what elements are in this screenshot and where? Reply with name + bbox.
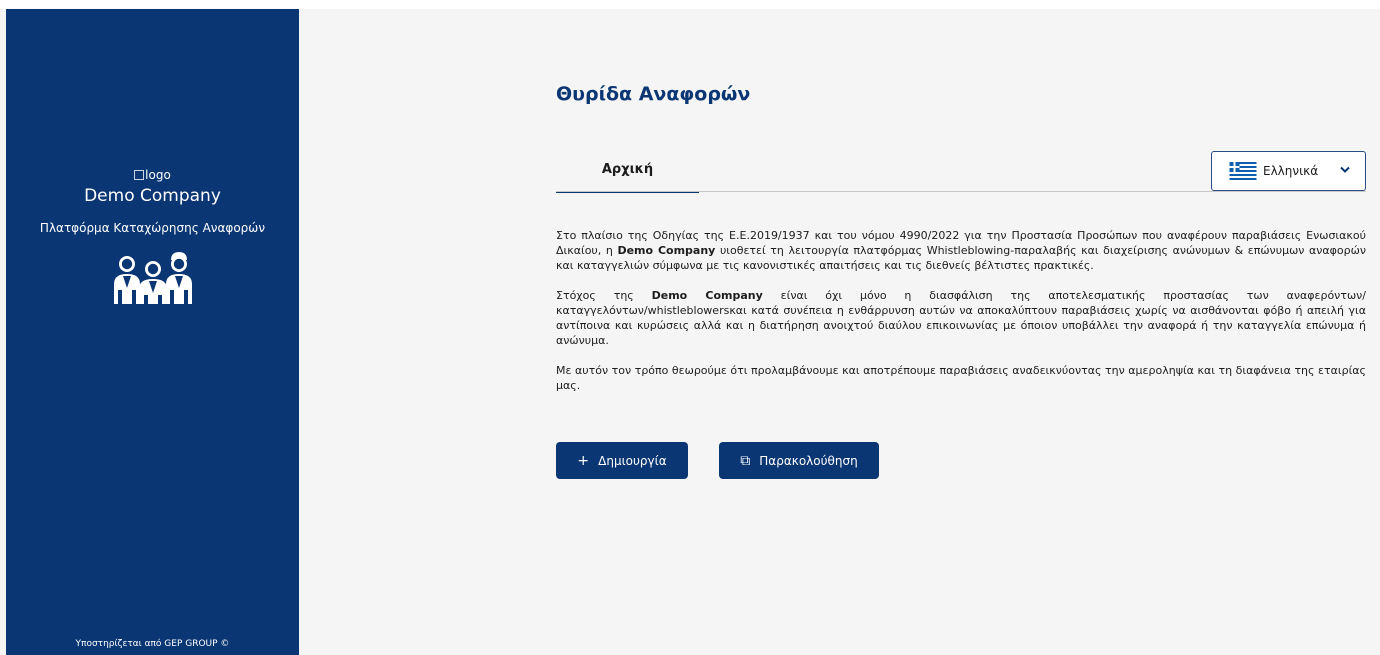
track-report-label: Παρακολούθηση [759, 453, 858, 468]
page-title: Θυρίδα Αναφορών [556, 83, 751, 105]
powered-by: Υποστηρίζεται από GEP GROUP © [75, 639, 230, 649]
broken-image-icon [134, 170, 145, 180]
top-strip [0, 0, 1380, 9]
greece-flag-icon [1229, 162, 1257, 180]
sidebar: logo Demo Company Πλατφόρμα Καταχώρησης … [6, 9, 299, 655]
tabs-divider [556, 191, 1366, 192]
language-label: Ελληνικά [1263, 164, 1319, 178]
platform-name: Πλατφόρμα Καταχώρησης Αναφορών [39, 221, 266, 235]
tab-home[interactable]: Αρχική [556, 162, 699, 193]
whistleblowers-group-icon [114, 252, 192, 304]
chevron-down-icon [1340, 166, 1350, 173]
create-report-button[interactable]: + Δημιουργία [556, 442, 688, 479]
language-select[interactable]: Ελληνικά [1211, 151, 1366, 191]
plus-icon: + [577, 452, 590, 469]
intro-paragraph-3: Με αυτόν τον τρόπο θεωρούμε ότι προλαμβά… [556, 364, 1366, 392]
track-report-button[interactable]: ⧉ Παρακολούθηση [719, 442, 879, 479]
intro-paragraph-1: Στο πλαίσιο της Οδηγίας της Ε.Ε.2019/193… [556, 229, 1366, 272]
intro-text: Στο πλαίσιο της Οδηγίας της Ε.Ε.2019/193… [556, 228, 1366, 408]
logo-alt-text: logo [145, 168, 171, 182]
intro-paragraph-2: Στόχος της Demo Company είναι όχι μόνο η… [556, 289, 1366, 347]
logo: logo [6, 168, 299, 182]
company-name: Demo Company [84, 186, 221, 206]
create-report-label: Δημιουργία [598, 453, 667, 468]
tab-home-label: Αρχική [601, 162, 654, 177]
external-link-icon: ⧉ [740, 452, 751, 469]
